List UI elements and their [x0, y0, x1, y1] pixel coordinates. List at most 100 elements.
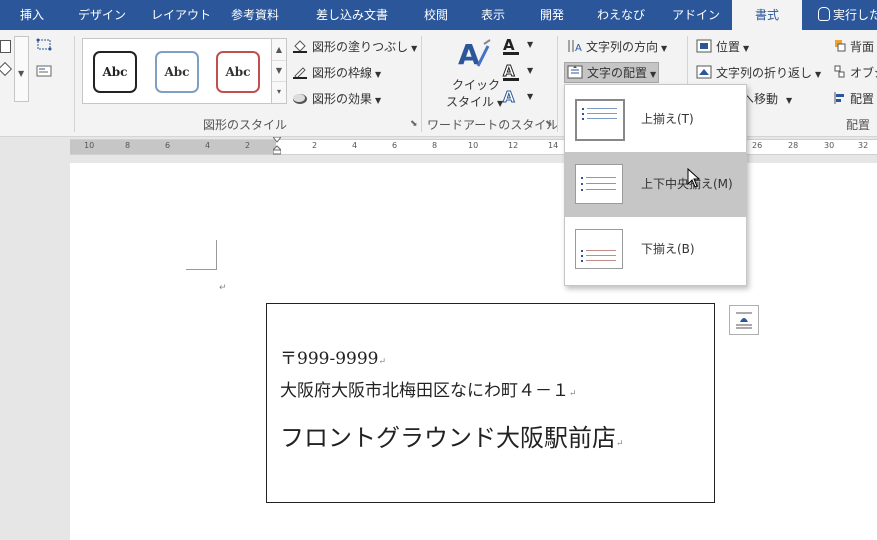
postal-code-line: 〒999-9999↵ — [280, 344, 386, 369]
ribbon-tab-bar: 挿入 デザイン レイアウト 参考資料 差し込み文書 校閲 表示 開発 わえなび … — [0, 0, 877, 30]
tab-insert[interactable]: 挿入 — [20, 0, 44, 30]
shape-rectangle-icon[interactable] — [0, 40, 11, 53]
shape-style-black[interactable]: Abc — [93, 51, 137, 93]
quick-style-button[interactable]: スタイル ▼ — [446, 93, 503, 110]
menu-item-label: 上揃え(T) — [641, 112, 694, 126]
margin-corner-mark — [186, 269, 217, 270]
ruler-tick: 10 — [84, 141, 95, 150]
ruler-tick: 10 — [468, 141, 479, 150]
shape-effects-label: 図形の効果 — [312, 92, 373, 106]
chevron-down-icon: ▼ — [527, 40, 534, 49]
bring-forward-label: へ移動 — [742, 92, 779, 106]
text-direction-icon: A — [566, 39, 582, 54]
text-effects-button[interactable]: A ▼ — [503, 88, 543, 108]
shape-effects-icon — [292, 91, 308, 105]
ruler-tick: 2 — [312, 141, 318, 150]
chevron-down-icon: ▼ — [527, 92, 534, 101]
paragraph-mark: ↵ — [219, 283, 227, 293]
ruler-tick: 4 — [352, 141, 358, 150]
address-text-box[interactable]: 〒999-9999↵ 大阪府大阪市北梅田区なにわ町４－１↵ フロントグラウンド大… — [266, 303, 715, 503]
send-backward-icon — [834, 39, 846, 53]
shape-style-gallery: Abc Abc Abc ▲ ▼ ▾ — [82, 38, 287, 104]
tab-layout[interactable]: レイアウト — [151, 0, 211, 30]
text-fill-button[interactable]: A ▼ — [503, 36, 543, 56]
menu-item-align-bottom[interactable]: 下揃え(B) — [565, 217, 746, 282]
tell-me-box[interactable]: 実行した — [818, 0, 877, 30]
svg-text:A: A — [458, 38, 480, 71]
text-fill-color-bar — [503, 52, 519, 55]
wrap-text-label: 文字列の折り返し — [716, 66, 813, 80]
send-backward-label: 背面 — [850, 40, 875, 54]
shape-diamond-icon[interactable] — [0, 61, 13, 77]
selection-pane-button[interactable]: オブジ — [834, 64, 877, 81]
tab-addins[interactable]: アドイン — [672, 0, 720, 30]
tab-developer[interactable]: 開発 — [540, 0, 564, 30]
tab-mailings[interactable]: 差し込み文書 — [316, 0, 388, 30]
align-label: 配置 — [850, 92, 875, 106]
menu-item-align-top[interactable]: 上揃え(T) — [565, 87, 746, 152]
shape-fill-button[interactable]: 図形の塗りつぶし ▼ — [292, 38, 417, 55]
dialog-launcher-icon[interactable]: ⬊ — [545, 119, 553, 129]
tab-format[interactable]: 書式 — [732, 0, 802, 30]
tab-review[interactable]: 校閲 — [424, 0, 448, 30]
menu-item-label: 下揃え(B) — [641, 242, 695, 256]
layout-options-button[interactable] — [729, 305, 759, 335]
shape-effects-button[interactable]: 図形の効果 ▼ — [292, 90, 381, 107]
shape-outline-button[interactable]: 図形の枠線 ▼ — [292, 64, 381, 81]
send-backward-button[interactable]: 背面 — [834, 38, 874, 55]
align-bottom-icon — [575, 229, 623, 269]
position-label: 位置 — [716, 40, 741, 54]
ruler-tick: 8 — [125, 141, 131, 150]
text-direction-button[interactable]: A 文字列の方向 ▼ — [566, 38, 667, 55]
text-align-dropdown: 上揃え(T) 上下中央揃え(M) 下揃え(B) — [564, 84, 747, 286]
chevron-down-icon: ▼ — [786, 96, 793, 105]
pencil-icon — [292, 65, 308, 79]
wrap-text-button[interactable]: 文字列の折り返し ▼ — [696, 64, 821, 81]
horizontal-ruler[interactable]: 10 8 6 4 2 2 4 6 8 10 12 14 26 28 30 32 — [70, 136, 877, 155]
ruler-tick: 6 — [392, 141, 398, 150]
text-align-button[interactable]: 文字の配置 ▼ — [564, 62, 660, 83]
bring-forward-button[interactable]: へ移動 ▼ — [742, 90, 792, 107]
more-icon[interactable]: ▾ — [272, 81, 286, 102]
indent-marker-icon[interactable] — [271, 136, 283, 155]
chevron-down-icon: ▼ — [375, 96, 382, 105]
shape-style-blue[interactable]: Abc — [155, 51, 199, 93]
tab-waenavi[interactable]: わえなび — [597, 0, 645, 30]
group-separator — [557, 36, 558, 132]
chevron-down-icon: ▼ — [815, 70, 822, 79]
quick-style-icon[interactable]: A — [456, 36, 492, 72]
text-outline-button[interactable]: A ▼ — [503, 62, 543, 82]
quick-style-label-1: クイック — [452, 78, 501, 92]
shape-gallery-scroll[interactable]: ▼ — [14, 36, 29, 102]
ruler-tick: 32 — [858, 141, 869, 150]
align-top-icon — [575, 99, 625, 141]
edit-shape-icon[interactable] — [36, 38, 54, 52]
ruler-tick: 28 — [788, 141, 799, 150]
dialog-launcher-icon[interactable]: ⬊ — [410, 119, 418, 129]
tell-me-label: 実行した — [833, 8, 877, 22]
margin-corner-mark — [216, 240, 217, 269]
chevron-up-icon[interactable]: ▲ — [272, 39, 286, 61]
wrap-text-icon — [696, 65, 712, 79]
ruler-tick: 4 — [205, 141, 211, 150]
layout-options-icon — [734, 310, 754, 330]
position-icon — [696, 39, 712, 53]
group-label-arrange: 配置 — [846, 118, 871, 132]
address-text: 大阪府大阪市北梅田区なにわ町４－１ — [280, 381, 569, 401]
tab-design[interactable]: デザイン — [78, 0, 126, 30]
align-icon — [834, 91, 846, 105]
tab-references[interactable]: 参考資料 — [231, 0, 279, 30]
align-button[interactable]: 配置 — [834, 90, 874, 107]
text-box-icon[interactable] — [36, 64, 54, 78]
mouse-cursor-icon — [687, 167, 701, 188]
position-button[interactable]: 位置 ▼ — [696, 38, 749, 55]
ruler-tick: 14 — [548, 141, 559, 150]
ruler-tick: 30 — [824, 141, 835, 150]
chevron-down-icon[interactable]: ▼ — [272, 60, 286, 82]
lightbulb-icon — [818, 7, 830, 21]
tab-view[interactable]: 表示 — [481, 0, 505, 30]
chevron-down-icon: ▼ — [411, 44, 418, 53]
menu-item-align-middle[interactable]: 上下中央揃え(M) — [565, 152, 746, 217]
shape-style-red[interactable]: Abc — [216, 51, 260, 93]
paint-bucket-icon — [292, 39, 308, 53]
